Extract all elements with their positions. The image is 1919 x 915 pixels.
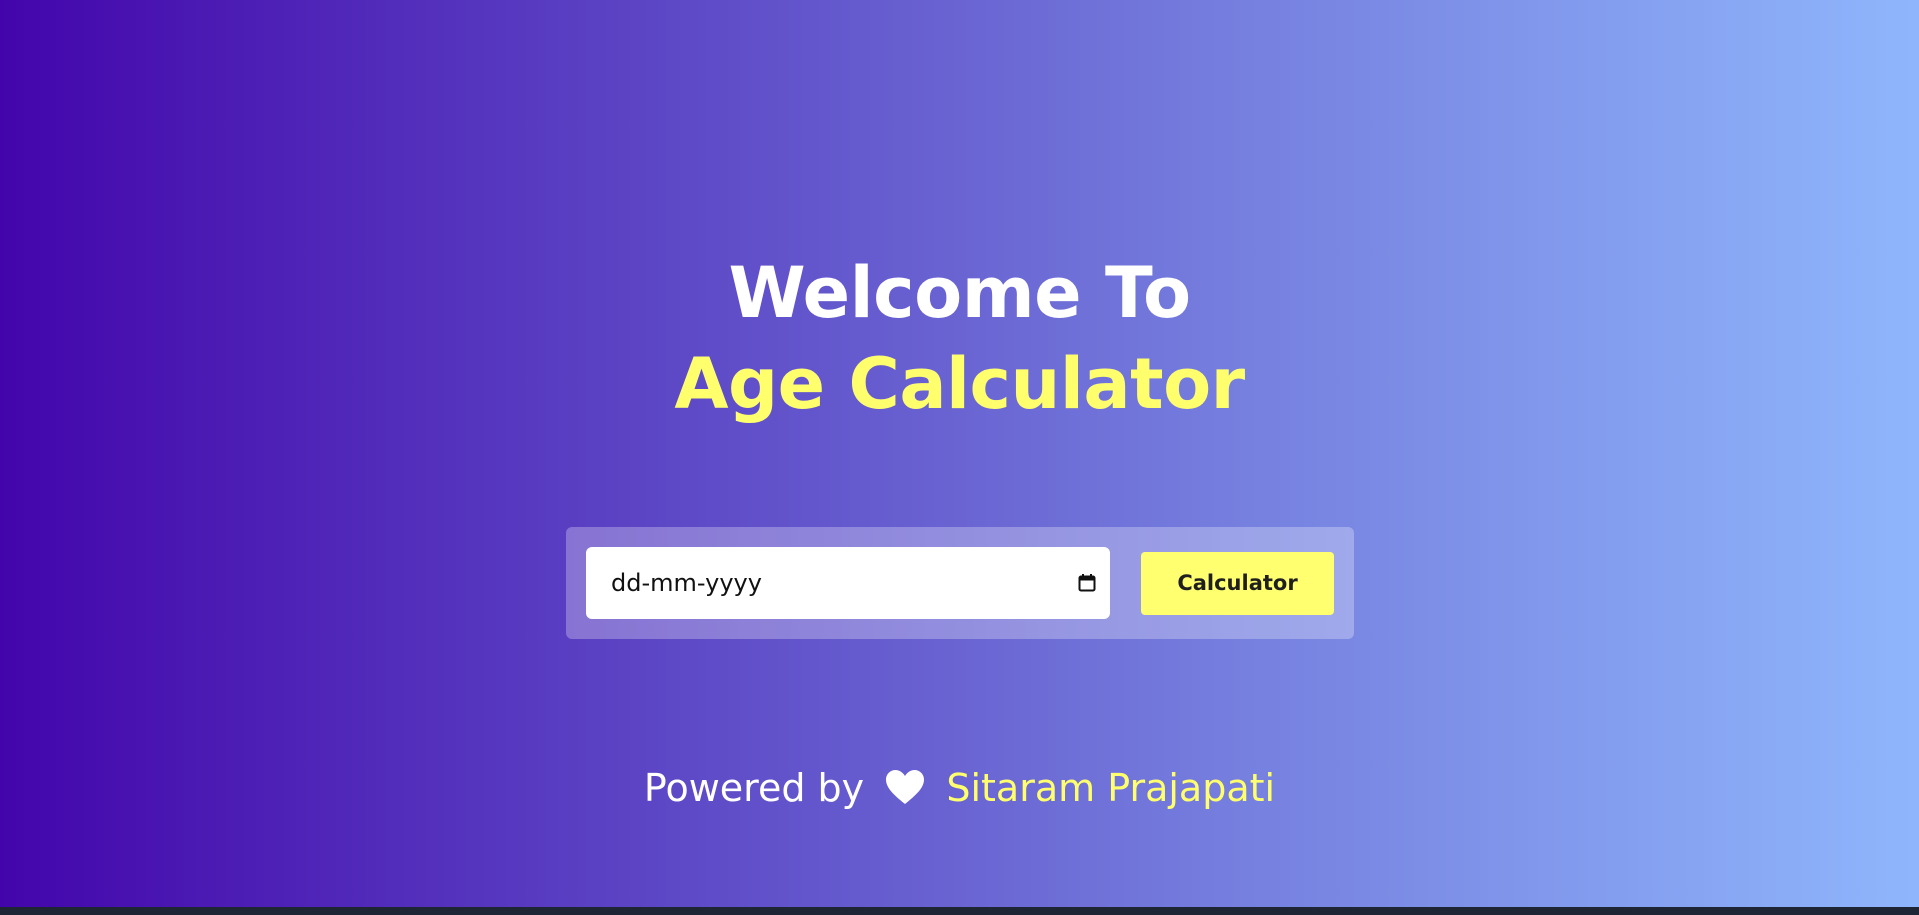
heart-icon	[886, 770, 925, 804]
heading-welcome: Welcome To	[728, 252, 1191, 334]
date-input[interactable]: dd-mm-yyyy	[586, 547, 1110, 619]
calculate-button[interactable]: Calculator	[1141, 552, 1334, 615]
footer-prefix: Powered by	[643, 766, 865, 810]
footer: Powered by Sitaram Prajapati	[0, 761, 1919, 815]
form-panel: dd-mm-yyyy Calculator	[566, 527, 1354, 639]
footer-author-link[interactable]: Sitaram Prajapati	[946, 766, 1275, 810]
age-calculator-page: Welcome To Age Calculator dd-mm-yyyy Cal…	[0, 0, 1919, 907]
heading-app-name: Age Calculator	[674, 343, 1245, 425]
bottom-edge-bar	[0, 907, 1919, 915]
calendar-icon[interactable]	[1077, 573, 1097, 593]
date-input-placeholder: dd-mm-yyyy	[611, 569, 762, 597]
